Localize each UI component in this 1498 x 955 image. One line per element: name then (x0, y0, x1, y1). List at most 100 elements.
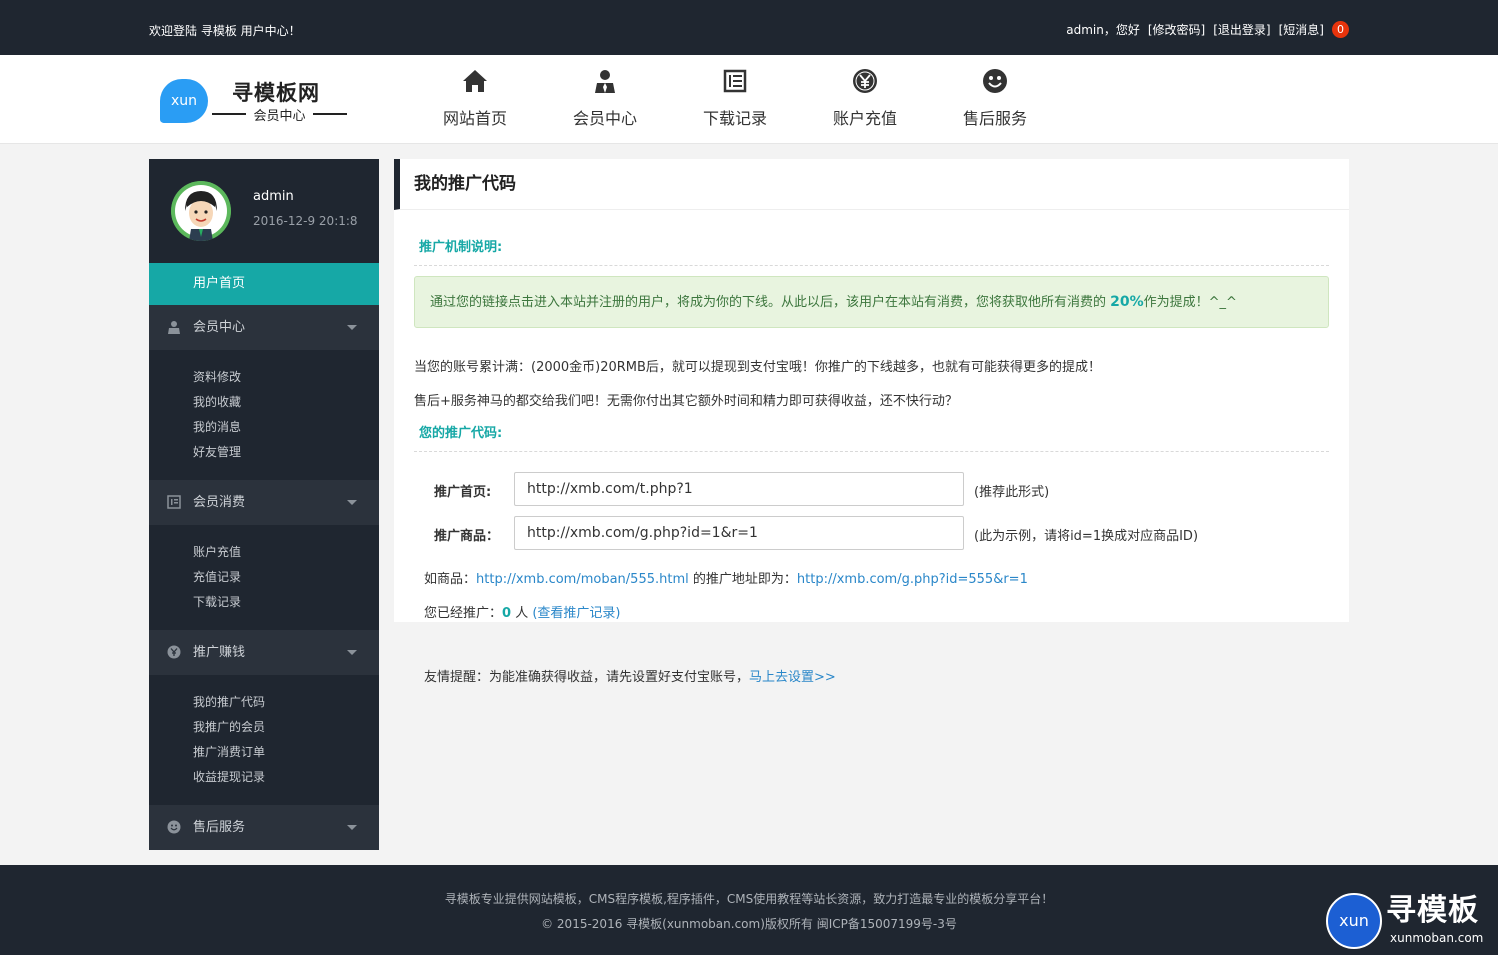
chevron-down-icon (347, 650, 357, 655)
promoted-prefix: 您已经推广： (424, 606, 503, 621)
sidebar-item-recharge[interactable]: 账户充值 (193, 540, 379, 565)
greeting-text: admin，您好 (1066, 23, 1140, 37)
sidebar-item-download-records[interactable]: 下载记录 (193, 590, 379, 615)
example-middle: 的推广地址即为： (688, 572, 797, 587)
main-nav: 网站首页 会员中心 下载记录 账户充值 售后服务 (410, 67, 1060, 129)
example-prefix: 如商品： (424, 572, 477, 587)
profile-name: admin (253, 189, 294, 204)
footer-logo[interactable]: xun 寻模板 xunmoban.com (1326, 893, 1494, 951)
messages-link[interactable]: [短消息] (1279, 21, 1324, 38)
sidebar-group-title: 售后服务 (193, 820, 246, 835)
sidebar-group-consumption[interactable]: 会员消费 (149, 480, 379, 525)
nav-item-recharge[interactable]: 账户充值 (800, 67, 930, 129)
top-bar: 欢迎登陆 寻模板 用户中心！ admin，您好 [修改密码] [退出登录] [短… (0, 0, 1498, 55)
chevron-down-icon (347, 825, 357, 830)
message-count-badge[interactable]: 0 (1332, 21, 1349, 38)
site-logo[interactable]: xun 寻模板网 会员中心 (160, 77, 360, 127)
profile-date: 2016-12-9 20:1:8 (253, 214, 358, 228)
sidebar-item-promo-orders[interactable]: 推广消费订单 (193, 740, 379, 765)
chevron-down-icon (347, 325, 357, 330)
sidebar-group-title: 会员中心 (193, 320, 246, 335)
nav-item-home[interactable]: 网站首页 (410, 67, 540, 129)
sidebar-group-after-sales[interactable]: 售后服务 (149, 805, 379, 850)
footer-logo-sub: xunmoban.com (1390, 931, 1484, 945)
list-icon (167, 495, 181, 509)
logo-bubble: xun (160, 79, 208, 123)
sidebar-item-friends[interactable]: 好友管理 (193, 440, 379, 465)
sidebar-group-member-center[interactable]: 会员中心 (149, 305, 379, 350)
notice-percent: 20% (1110, 294, 1144, 310)
sidebar-group-title: 会员消费 (193, 495, 246, 510)
sidebar-item-my-promo-code[interactable]: 我的推广代码 (193, 690, 379, 715)
promo-goods-url-input[interactable] (514, 516, 964, 550)
service-info: 售后+服务神马的都交给我们吧！无需你付出其它额外时间和精力即可获得收益，还不快行… (414, 394, 958, 409)
promoted-unit: 人 (511, 606, 533, 621)
footer-logo-circle: xun (1326, 893, 1382, 949)
footer-line-1: 寻模板专业提供网站模板，CMS程序模板,程序插件，CMS使用教程等站长资源，致力… (444, 892, 1054, 906)
nav-item-label: 售后服务 (962, 109, 1027, 128)
sidebar-list-promotion: 我的推广代码 我推广的会员 推广消费订单 收益提现记录 (149, 675, 379, 805)
sidebar-group-title: 推广赚钱 (193, 645, 246, 660)
divider (414, 265, 1329, 266)
sidebar-list-consumption: 账户充值 充值记录 下载记录 (149, 525, 379, 630)
example-goods-link[interactable]: http://xmb.com/moban/555.html (476, 572, 689, 587)
withdraw-info: 当您的账号累计满：(2000金币)20RMB后，就可以提现到支付宝哦！你推广的下… (414, 360, 1101, 375)
welcome-text: 欢迎登陆 寻模板 用户中心！ (149, 24, 301, 38)
promo-code-card: 我的推广代码 推广机制说明: 通过您的链接点击进入本站并注册的用户，将成为你的下… (394, 159, 1349, 622)
page-title: 我的推广代码 (394, 159, 1349, 210)
chevron-down-icon (347, 500, 357, 505)
sidebar-item-promoted-members[interactable]: 我推广的会员 (193, 715, 379, 740)
nav-item-service[interactable]: 售后服务 (930, 67, 1060, 129)
promo-notice: 通过您的链接点击进入本站并注册的用户，将成为你的下线。从此以后，该用户在本站有消… (414, 276, 1329, 328)
user-icon (595, 70, 615, 93)
home-icon (463, 70, 487, 92)
promo-home-url-input[interactable] (514, 472, 964, 506)
promo-home-label: 推广首页: (434, 485, 492, 500)
notice-text-before: 通过您的链接点击进入本站并注册的用户，将成为你的下线。从此以后，该用户在本站有消… (430, 295, 1111, 310)
setup-alipay-link[interactable]: 马上去设置>> (749, 670, 836, 685)
logo-title: 寻模板网 (232, 81, 320, 105)
notice-text-after: 作为提成！^_^ (1143, 295, 1237, 310)
sidebar-list-member-center: 资料修改 我的收藏 我的消息 好友管理 (149, 350, 379, 480)
sidebar-item-withdraw-records[interactable]: 收益提现记录 (193, 765, 379, 790)
sidebar: admin 2016-12-9 20:1:8 用户首页 会员中心 资料修改 我的… (149, 159, 379, 850)
example-line: 如商品：http://xmb.com/moban/555.html 的推广地址即… (424, 568, 1028, 587)
avatar (171, 181, 231, 241)
nav-item-label: 网站首页 (442, 109, 507, 128)
reminder-text: 友情提醒：为能准确获得收益，请先设置好支付宝账号， (424, 670, 750, 685)
smile-icon (167, 820, 181, 834)
logo-subtitle: 会员中心 (212, 105, 347, 124)
promo-home-hint: (推荐此形式) (974, 485, 1050, 500)
sidebar-item-messages[interactable]: 我的消息 (193, 415, 379, 440)
change-password-link[interactable]: [修改密码] (1148, 21, 1205, 38)
sidebar-item-recharge-records[interactable]: 充值记录 (193, 565, 379, 590)
footer: 寻模板专业提供网站模板，CMS程序模板,程序插件，CMS使用教程等站长资源，致力… (0, 865, 1498, 955)
nav-item-label: 账户充值 (832, 109, 897, 128)
nav-item-label: 下载记录 (702, 109, 767, 128)
nav-item-member[interactable]: 会员中心 (540, 67, 670, 129)
promo-goods-label: 推广商品： (434, 529, 500, 544)
code-title: 您的推广代码: (419, 426, 503, 441)
yen-icon (167, 645, 181, 659)
promo-goods-hint: (此为示例，请将id=1换成对应商品ID) (974, 529, 1199, 544)
divider (414, 451, 1329, 452)
sidebar-group-promotion[interactable]: 推广赚钱 (149, 630, 379, 675)
nav-item-label: 会员中心 (572, 109, 637, 128)
logout-link[interactable]: [退出登录] (1213, 21, 1270, 38)
footer-line-2: © 2015-2016 寻模板(xunmoban.com)版权所有 闽ICP备1… (541, 917, 957, 931)
reminder: 友情提醒：为能准确获得收益，请先设置好支付宝账号，马上去设置>> (424, 666, 836, 685)
mechanism-title: 推广机制说明: (419, 240, 503, 255)
header: xun 寻模板网 会员中心 网站首页 会员中心 下载记录 账户充值 售后服务 (0, 55, 1498, 144)
sidebar-item-favorites[interactable]: 我的收藏 (193, 390, 379, 415)
example-promo-link[interactable]: http://xmb.com/g.php?id=555&r=1 (797, 572, 1028, 587)
nav-item-downloads[interactable]: 下载记录 (670, 67, 800, 129)
promoted-line: 您已经推广：0 人 (查看推广记录) (424, 602, 620, 621)
sidebar-item-user-home[interactable]: 用户首页 (149, 263, 379, 305)
yen-icon (853, 69, 877, 93)
smile-icon (983, 69, 1007, 93)
list-icon (723, 69, 747, 93)
footer-logo-title: 寻模板 (1386, 893, 1479, 928)
view-promo-records-link[interactable]: (查看推广记录) (532, 606, 620, 621)
sidebar-item-profile-edit[interactable]: 资料修改 (193, 365, 379, 390)
promoted-count: 0 (502, 606, 512, 621)
